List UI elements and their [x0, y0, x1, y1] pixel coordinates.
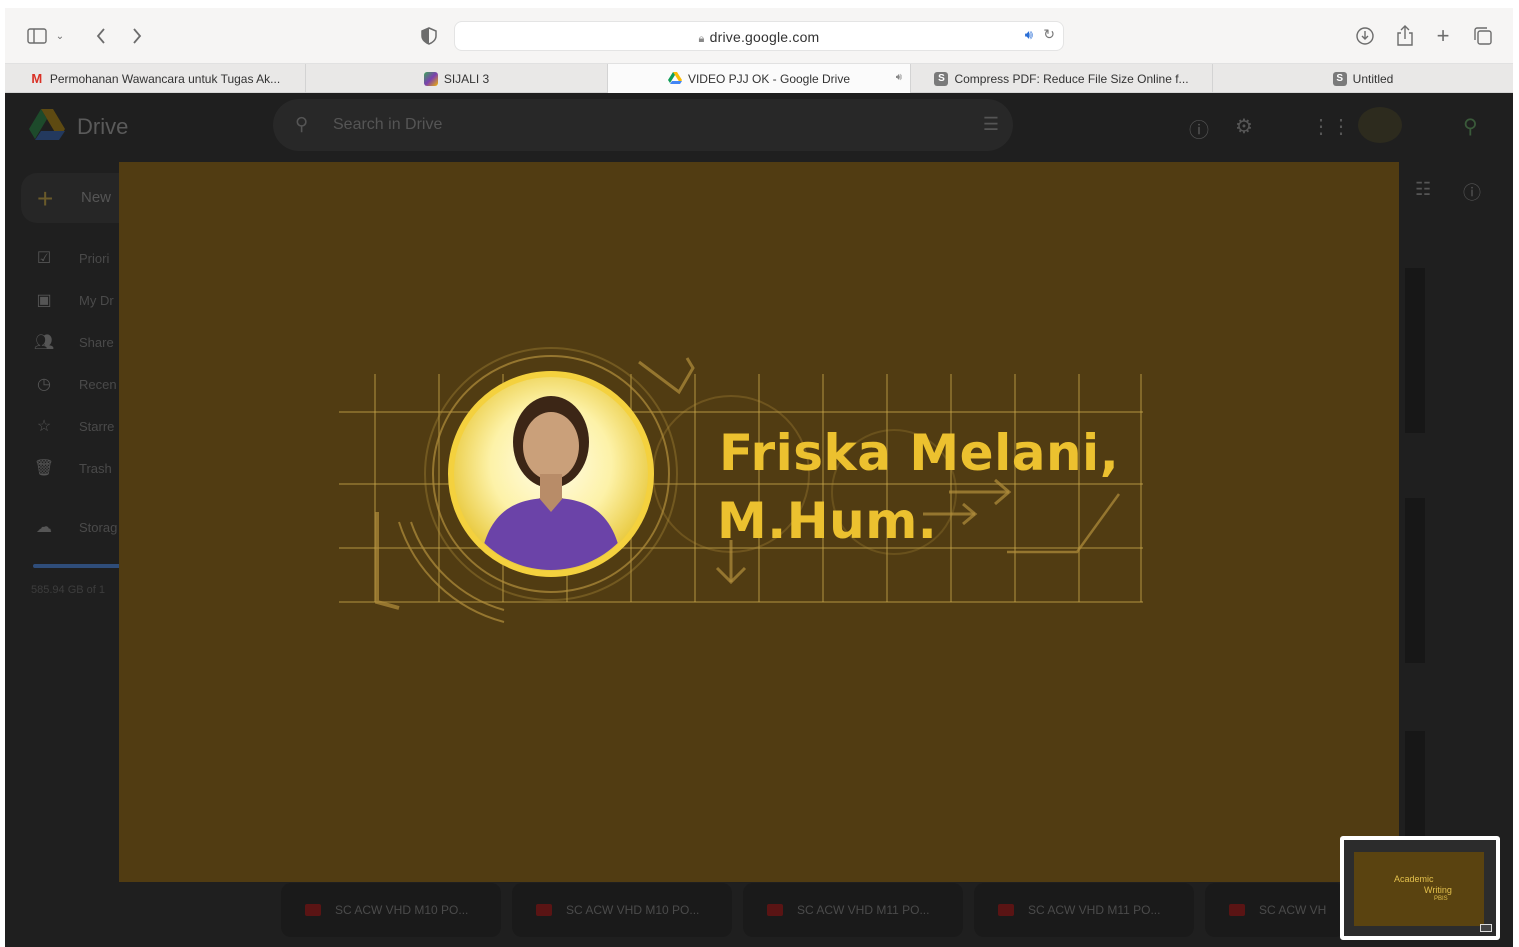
pip-video: Academic Writing PBIS — [1354, 852, 1484, 926]
tab-compress-pdf[interactable]: S Compress PDF: Reduce File Size Online … — [911, 64, 1213, 93]
info-icon[interactable]: ⓘ — [1463, 179, 1481, 205]
new-label: New — [81, 189, 112, 206]
file-thumbnail[interactable] — [1405, 268, 1425, 433]
url-text: drive.google.com — [709, 29, 820, 45]
drive-icon — [667, 72, 682, 86]
pip-expand-icon[interactable] — [1480, 924, 1492, 932]
new-tab-icon[interactable]: + — [1431, 23, 1455, 48]
tab-label: Untitled — [1352, 71, 1394, 86]
tab-overview-icon[interactable] — [1471, 24, 1495, 48]
file-card[interactable]: SC ACW VHD M11 PO... — [974, 883, 1194, 937]
s-icon: S — [934, 71, 949, 86]
file-card[interactable]: SC ACW VHD M10 PO... — [512, 883, 732, 937]
s-icon: S — [1332, 71, 1347, 86]
address-bar[interactable]: 🔒︎ drive.google.com 🔊︎ ↻ — [454, 21, 1064, 51]
pip-title-line1: Academic — [1394, 874, 1434, 884]
download-icon[interactable] — [1353, 24, 1377, 48]
sidebar-item-label: Recen — [79, 376, 117, 392]
forward-icon[interactable] — [125, 24, 149, 48]
video-file-icon — [536, 904, 552, 916]
cloud-icon: ☁ — [36, 519, 52, 536]
tab-label: Permohanan Wawancara untuk Tugas Ak... — [49, 71, 281, 86]
tab-label: VIDEO PJJ OK - Google Drive — [687, 71, 851, 86]
file-name: SC ACW VHD M11 PO... — [797, 903, 930, 917]
browser-window: ⌄ 🔒︎ drive.google.com 🔊︎ ↻ + M Permohana… — [5, 8, 1513, 947]
gmail-icon: M — [31, 71, 43, 86]
plus-icon: + — [37, 183, 54, 214]
pip-title-line3: PBIS — [1434, 896, 1448, 902]
sidebar-item-starred[interactable]: ☆ Starre — [33, 414, 115, 438]
sidebar-item-my-drive[interactable]: ▣ My Dr — [33, 288, 114, 312]
video-player[interactable]: Friska Melani, M.Hum. — [119, 162, 1399, 882]
drive-title: Drive — [77, 114, 129, 139]
shared-icon: 👥︎ — [33, 334, 55, 351]
trash-icon: 🗑︎ — [33, 460, 55, 477]
storage-text: 585.94 GB of 1 — [31, 584, 105, 596]
drive-logo-icon — [29, 109, 65, 140]
search-placeholder: Search in Drive — [333, 116, 443, 133]
sidebar-item-label: My Dr — [79, 292, 114, 308]
file-thumbnail[interactable] — [1405, 498, 1425, 663]
audio-icon[interactable]: 🔊︎ — [1025, 27, 1033, 43]
video-file-icon — [767, 904, 783, 916]
settings-icon[interactable]: ⚙ — [1235, 114, 1253, 139]
recent-icon: ◷ — [37, 376, 51, 393]
file-name: SC ACW VHD M10 PO... — [566, 903, 700, 917]
tab-gmail[interactable]: M Permohanan Wawancara untuk Tugas Ak... — [5, 64, 306, 93]
video-file-icon — [998, 904, 1014, 916]
reload-icon[interactable]: ↻ — [1043, 26, 1055, 43]
file-list: SC ACW VHD M10 PO... SC ACW VHD M10 PO..… — [281, 883, 1513, 947]
file-card[interactable]: SC ACW VH — [1205, 883, 1345, 937]
sijali-icon — [423, 71, 438, 86]
file-thumbnail[interactable] — [1405, 731, 1425, 851]
priority-icon: ☑ — [36, 250, 52, 267]
file-name: SC ACW VHD M11 PO... — [1028, 903, 1161, 917]
lock-icon: 🔒︎ — [698, 33, 705, 45]
sidebar-item-trash[interactable]: 🗑︎ Trash — [33, 456, 112, 480]
sidebar-icon[interactable] — [25, 24, 49, 48]
search-icon: ⚲ — [295, 114, 309, 134]
filter-icon[interactable]: ☰ — [983, 114, 999, 135]
video-file-icon — [1229, 904, 1245, 916]
pip-title-line2: Writing — [1424, 885, 1452, 895]
sidebar-item-label: Share — [79, 334, 114, 350]
sidebar-item-label: Starre — [79, 418, 115, 434]
picture-in-picture-window[interactable]: Academic Writing PBIS — [1340, 836, 1500, 940]
chevron-down-icon[interactable]: ⌄ — [53, 24, 67, 48]
file-name: SC ACW VHD M10 PO... — [335, 903, 469, 917]
tab-audio-icon[interactable]: 🔊︎ — [896, 72, 902, 83]
video-file-icon — [305, 904, 321, 916]
tab-label: Compress PDF: Reduce File Size Online f.… — [954, 71, 1189, 86]
speaker-name-line2: M.Hum. — [717, 492, 938, 550]
privacy-shield-icon[interactable] — [417, 24, 441, 48]
sidebar-item-priority[interactable]: ☑ Priori — [33, 246, 110, 270]
back-icon[interactable] — [89, 24, 113, 48]
sidebar-item-recent[interactable]: ◷ Recen — [33, 372, 117, 396]
tab-sijali[interactable]: SIJALI 3 — [306, 64, 608, 93]
file-card[interactable]: SC ACW VHD M10 PO... — [281, 883, 501, 937]
file-name: SC ACW VH — [1259, 903, 1327, 917]
speaker-name-line1: Friska Melani, — [719, 424, 1120, 482]
sidebar-item-storage[interactable]: ☁ Storag — [33, 515, 117, 539]
my-drive-icon: ▣ — [36, 292, 52, 309]
list-view-icon[interactable]: ☷ — [1415, 179, 1431, 200]
tab-label: SIJALI 3 — [443, 71, 490, 86]
tab-google-drive[interactable]: VIDEO PJJ OK - Google Drive 🔊︎ — [608, 64, 911, 93]
sidebar-item-label: Trash — [79, 460, 112, 476]
drive-search-input[interactable]: ⚲ Search in Drive ☰ — [273, 99, 1013, 151]
tab-bar: M Permohanan Wawancara untuk Tugas Ak...… — [5, 64, 1513, 93]
sidebar-item-label: Priori — [79, 250, 110, 266]
account-icon[interactable]: ⚲ — [1463, 114, 1478, 139]
browser-toolbar: ⌄ 🔒︎ drive.google.com 🔊︎ ↻ + — [5, 8, 1513, 64]
storage-bar — [33, 564, 123, 568]
tab-untitled[interactable]: S Untitled — [1213, 64, 1513, 93]
help-icon[interactable]: ⓘ — [1189, 114, 1209, 143]
share-icon[interactable] — [1393, 24, 1417, 48]
star-icon: ☆ — [36, 418, 52, 435]
apps-grid-icon[interactable]: ⋮⋮ — [1311, 114, 1351, 139]
sidebar-item-label: Storag — [79, 519, 118, 535]
file-card[interactable]: SC ACW VHD M11 PO... — [743, 883, 963, 937]
sidebar-item-shared[interactable]: 👥︎ Share — [33, 330, 114, 354]
avatar[interactable] — [1358, 107, 1402, 143]
